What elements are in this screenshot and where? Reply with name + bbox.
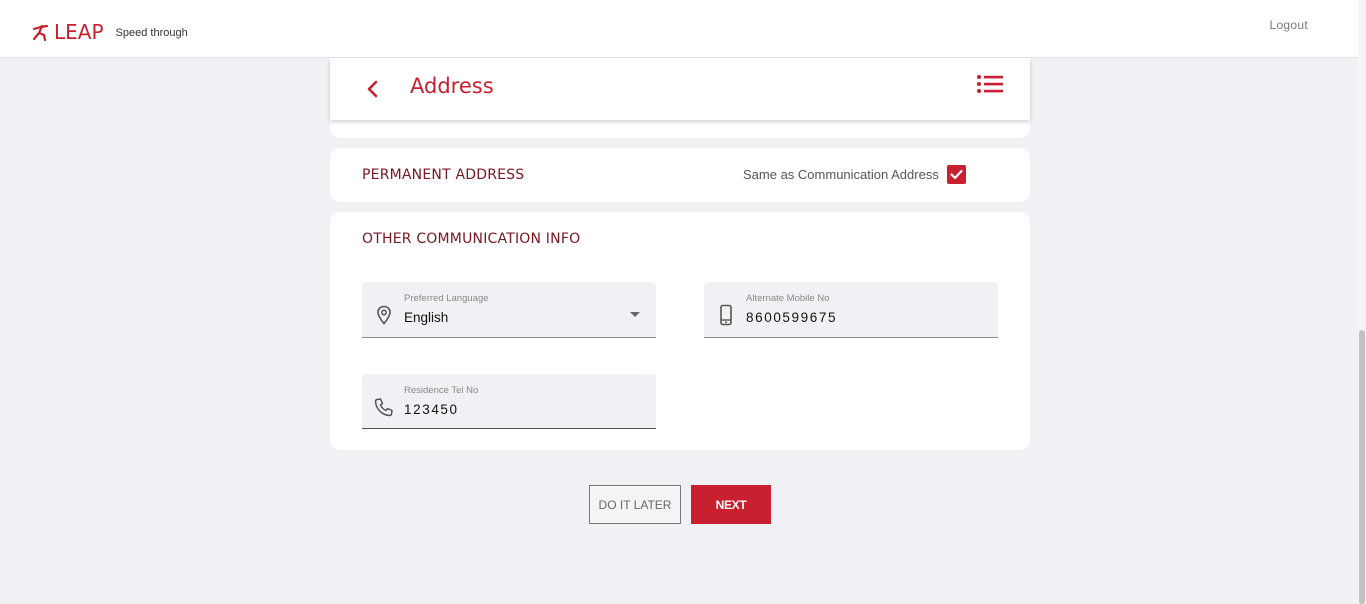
permanent-address-title: PERMANENT ADDRESS: [362, 167, 525, 183]
chevron-left-icon: [367, 80, 378, 98]
page-header: Address: [330, 58, 1030, 120]
residence-tel-value[interactable]: 123450: [404, 402, 459, 417]
alternate-mobile-label: Alternate Mobile No: [746, 293, 830, 304]
back-button[interactable]: [360, 76, 384, 102]
alternate-mobile-value[interactable]: 8600599675: [746, 310, 837, 325]
do-it-later-button[interactable]: DO IT LATER: [589, 485, 681, 524]
scrollbar-thumb[interactable]: [1359, 330, 1365, 604]
top-bar: LEAP Speed through Logout: [0, 0, 1358, 58]
preferred-language-label: Preferred Language: [404, 293, 489, 304]
permanent-address-card: PERMANENT ADDRESS Same as Communication …: [330, 148, 1030, 202]
brand-logo[interactable]: LEAP Speed through: [32, 20, 188, 44]
other-communication-card: OTHER COMMUNICATION INFO Preferred Langu…: [330, 212, 1030, 450]
location-pin-icon: [377, 305, 391, 325]
preferred-language-select[interactable]: Preferred Language English: [362, 282, 656, 338]
check-icon: [950, 169, 963, 180]
preferred-language-value: English: [404, 310, 449, 325]
same-as-communication-label: Same as Communication Address: [743, 167, 939, 182]
other-communication-title: OTHER COMMUNICATION INFO: [362, 231, 581, 247]
phone-icon: [374, 398, 393, 417]
next-button[interactable]: NEXT: [691, 485, 771, 524]
residence-tel-label: Residence Tel No: [404, 385, 479, 396]
same-as-communication-checkbox[interactable]: [947, 165, 966, 184]
page-scrollbar[interactable]: [1358, 0, 1366, 604]
smartphone-icon: [720, 304, 732, 326]
brand-tagline: Speed through: [115, 27, 188, 39]
brand-name: LEAP: [54, 20, 104, 44]
list-icon: [977, 75, 1003, 93]
page-title: Address: [410, 74, 494, 98]
logout-link[interactable]: Logout: [1269, 18, 1308, 32]
caret-down-icon[interactable]: [630, 312, 640, 317]
alternate-mobile-field[interactable]: Alternate Mobile No 8600599675: [704, 282, 998, 338]
residence-tel-field[interactable]: Residence Tel No 123450: [362, 374, 656, 429]
menu-button[interactable]: [976, 73, 1004, 99]
runner-icon: [32, 24, 49, 41]
